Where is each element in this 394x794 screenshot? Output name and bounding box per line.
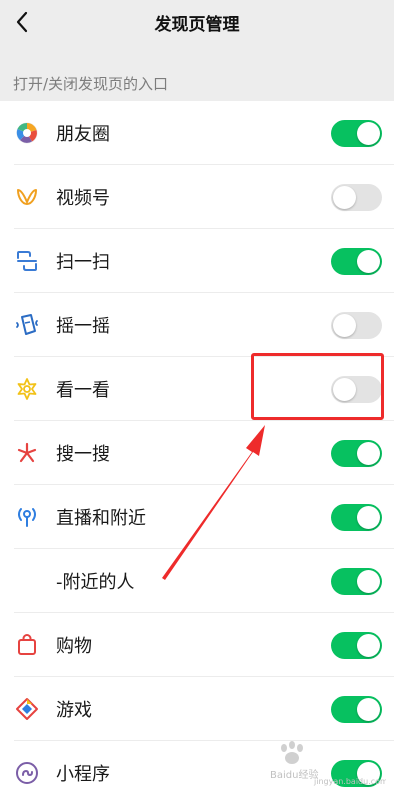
toggle-knob [357,505,380,529]
scan-icon [14,248,40,274]
toggle-switch[interactable] [331,247,382,275]
toggle-switch[interactable] [331,503,382,531]
list-item-scan: 扫一扫 [0,229,394,293]
toggle-knob [333,313,356,337]
toggle-switch[interactable] [331,183,382,211]
channels-icon [14,184,40,210]
toggle-switch[interactable] [331,695,382,723]
item-label: -附近的人 [56,572,135,593]
list-item-people-nearby: -附近的人 [0,549,394,613]
toggle-switch[interactable] [331,567,382,595]
live-nearby-icon [14,504,40,530]
item-label: 看一看 [56,380,110,401]
list-item-moments: 朋友圈 [0,101,394,165]
toggle-switch[interactable] [331,119,382,147]
toggle-knob [333,185,356,209]
list-item-games: 游戏 [0,677,394,741]
item-label: 购物 [56,636,92,657]
baidu-jingyan-watermark: Baidu经验 jingyan.baidu.com [268,738,388,786]
entry-list: 朋友圈 视频号 扫一扫 摇一摇 看一看 搜一搜 直播和附近 -附近的人 购物 游… [0,101,394,794]
toggle-switch[interactable] [331,311,382,339]
item-label: 小程序 [56,764,110,785]
item-label: 视频号 [56,188,110,209]
item-label: 扫一扫 [56,252,110,273]
toggle-switch[interactable] [331,439,382,467]
item-label: 朋友圈 [56,124,110,145]
baidu-paw-logo: Baidu经验 jingyan.baidu.com [270,741,388,786]
chevron-left-icon [16,11,28,33]
list-item-shake: 摇一摇 [0,293,394,357]
page-title: 发现页管理 [154,14,240,35]
list-item-search: 搜一搜 [0,421,394,485]
list-item-channels: 视频号 [0,165,394,229]
annotation-highlight-box [251,353,384,420]
shake-icon [14,312,40,338]
toggle-knob [357,569,380,593]
search-icon [14,440,40,466]
item-label: 摇一摇 [56,316,110,337]
toggle-knob [357,121,380,145]
svg-text:Baidu经验: Baidu经验 [270,768,318,781]
item-label: 直播和附近 [56,508,146,529]
moments-icon [14,120,40,146]
back-button[interactable] [10,8,34,36]
mini-programs-icon [14,760,40,786]
list-item-live-nearby: 直播和附近 [0,485,394,549]
toggle-switch[interactable] [331,631,382,659]
nav-bar: 发现页管理 [0,0,394,44]
toggle-knob [357,249,380,273]
list-item-shopping: 购物 [0,613,394,677]
toggle-knob [357,633,380,657]
games-icon [14,696,40,722]
top-stories-icon [14,376,40,402]
svg-text:jingyan.baidu.com: jingyan.baidu.com [313,777,386,786]
shopping-bag-icon [14,632,40,658]
item-label: 游戏 [56,700,92,721]
toggle-knob [357,697,380,721]
toggle-knob [357,441,380,465]
section-label: 打开/关闭发现页的入口 [13,75,169,93]
item-label: 搜一搜 [56,444,110,465]
